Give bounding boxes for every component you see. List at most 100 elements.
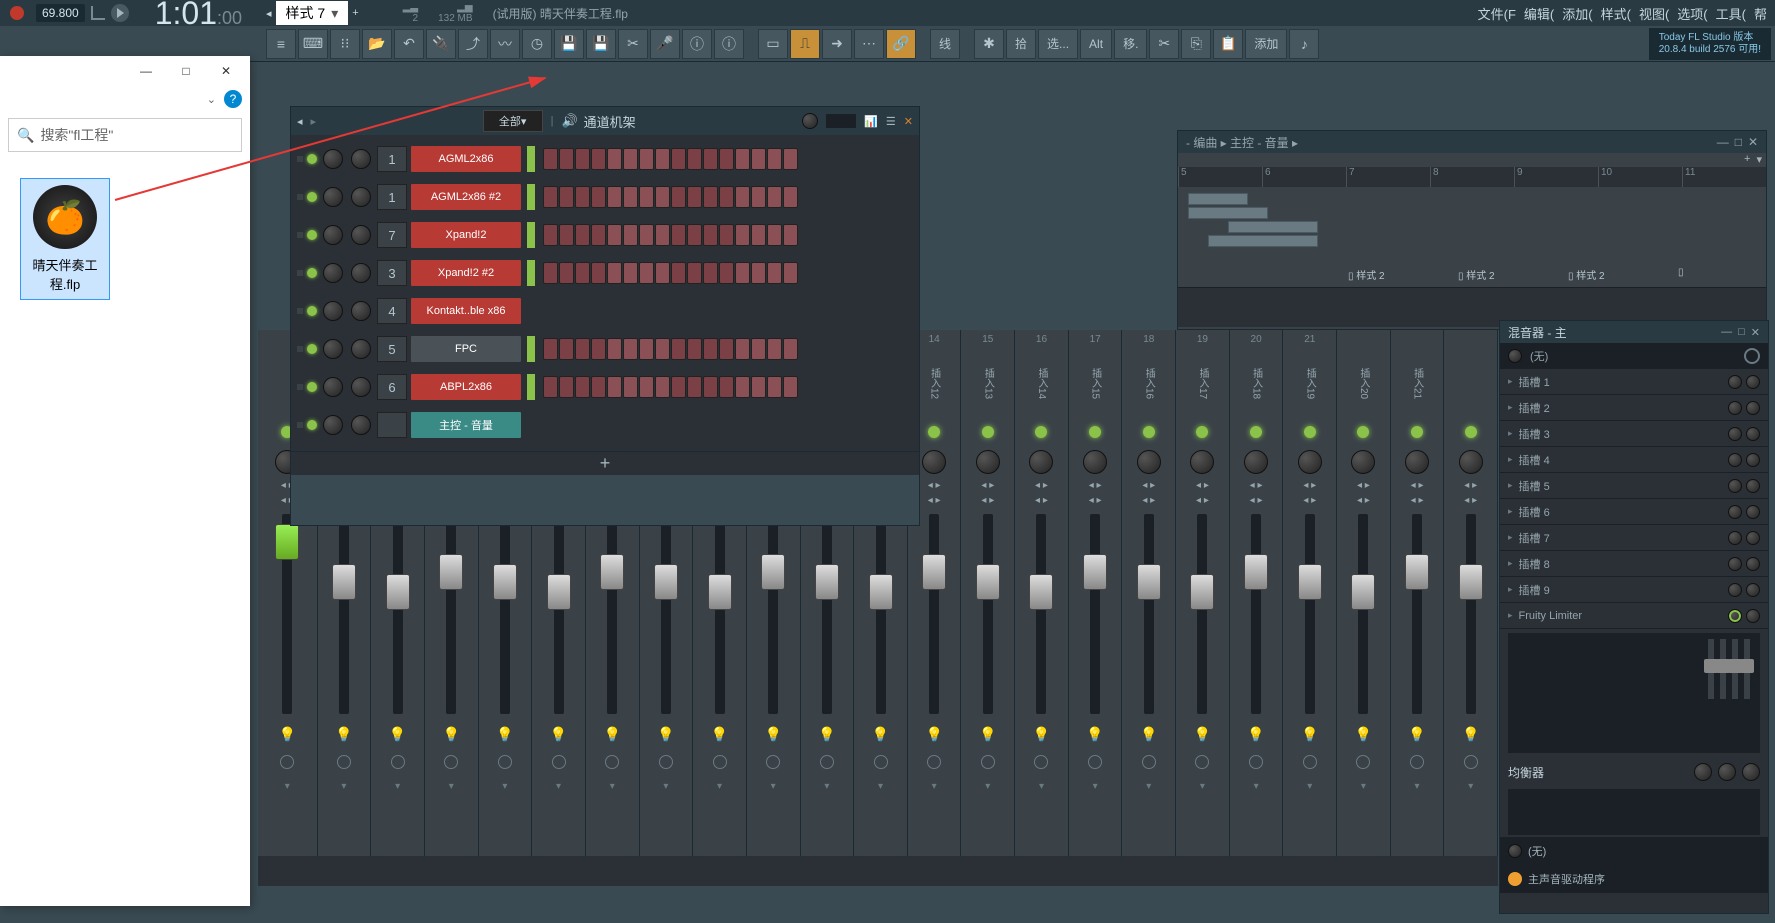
step-button[interactable]	[671, 148, 686, 170]
arrow-down-icon[interactable]: ▾	[1361, 781, 1366, 792]
playlist-plus-icon[interactable]: +	[1744, 153, 1750, 167]
channel-pan-knob[interactable]	[323, 225, 343, 245]
tool-keys-icon[interactable]: ♪	[1289, 29, 1319, 59]
step-button[interactable]	[591, 338, 606, 360]
menu-view[interactable]: 视图(	[1635, 0, 1673, 27]
step-button[interactable]	[575, 186, 590, 208]
fx-slot-empty[interactable]: ▸插槽 9	[1500, 577, 1768, 603]
channel-name-button[interactable]: AGML2x86 #2	[411, 184, 521, 210]
track-pan-knob[interactable]	[1190, 450, 1214, 474]
slot-enable-knob[interactable]	[1728, 401, 1742, 415]
stereo-sep-icon[interactable]: ◂ ▸	[1464, 480, 1477, 491]
channel-mute-led[interactable]	[307, 230, 317, 240]
step-button[interactable]	[687, 224, 702, 246]
track-enable-led[interactable]	[1357, 426, 1369, 438]
stereo-sep-icon[interactable]: ◂ ▸	[1250, 480, 1263, 491]
step-button[interactable]	[735, 148, 750, 170]
tool-info-icon[interactable]: ⓘ	[682, 29, 712, 59]
stereo-sep-icon[interactable]: ◂ ▸	[928, 480, 941, 491]
track-enable-led[interactable]	[1465, 426, 1477, 438]
track-delay-icon[interactable]	[605, 755, 619, 769]
track-pan-knob[interactable]	[1351, 450, 1375, 474]
channel-name-button[interactable]: ABPL2x86	[411, 374, 521, 400]
step-button[interactable]	[751, 262, 766, 284]
fx-enable-icon[interactable]: 💡	[279, 726, 296, 743]
step-button[interactable]	[655, 224, 670, 246]
channel-name-button[interactable]: 主控 - 音量	[411, 412, 521, 438]
volume-fader[interactable]	[1083, 554, 1107, 590]
fx-enable-icon[interactable]: 💡	[1247, 726, 1264, 743]
arrow-down-icon[interactable]: ▾	[1146, 781, 1151, 792]
step-button[interactable]	[687, 338, 702, 360]
step-button[interactable]	[703, 224, 718, 246]
fx-enable-icon[interactable]: 💡	[657, 726, 674, 743]
step-button[interactable]	[719, 376, 734, 398]
step-button[interactable]	[767, 148, 782, 170]
track-pan-knob[interactable]	[1029, 450, 1053, 474]
track-delay-icon[interactable]	[337, 755, 351, 769]
help-icon[interactable]: ?	[224, 90, 242, 108]
song-position[interactable]: 1 :01 :00	[155, 0, 242, 32]
track-delay-icon[interactable]	[1088, 755, 1102, 769]
slot-mix-knob[interactable]	[1746, 401, 1760, 415]
step-button[interactable]	[591, 186, 606, 208]
channel-pan-knob[interactable]	[323, 187, 343, 207]
arrow-down-icon[interactable]: ▾	[341, 781, 346, 792]
fx-slot[interactable]: ▸Fruity Limiter	[1500, 603, 1768, 629]
track-delay-icon[interactable]	[820, 755, 834, 769]
swing-knob[interactable]	[802, 113, 818, 129]
fx-enable-icon[interactable]: 💡	[604, 726, 621, 743]
tool-search-icon[interactable]: ⤴	[458, 29, 488, 59]
volume-fader[interactable]	[1029, 574, 1053, 610]
volume-fader[interactable]	[922, 554, 946, 590]
eq-display[interactable]	[1508, 789, 1760, 835]
step-button[interactable]	[623, 148, 638, 170]
fx-enable-icon[interactable]: 💡	[764, 726, 781, 743]
step-button[interactable]	[687, 376, 702, 398]
volume-fader[interactable]	[439, 554, 463, 590]
add-channel-button[interactable]: +	[291, 451, 919, 475]
step-button[interactable]	[655, 338, 670, 360]
step-button[interactable]	[639, 224, 654, 246]
step-button[interactable]	[735, 186, 750, 208]
tool-plug-icon[interactable]: 🔌	[426, 29, 456, 59]
fx-slot-empty[interactable]: ▸插槽 8	[1500, 551, 1768, 577]
close-icon[interactable]: ✕	[904, 115, 913, 128]
back-icon[interactable]: ◂	[297, 115, 303, 128]
track-pan-knob[interactable]	[1298, 450, 1322, 474]
arrow-down-icon[interactable]: ▾	[1254, 781, 1259, 792]
slot-mix-knob[interactable]	[1746, 375, 1760, 389]
stereo-sep-icon[interactable]: ◂ ▸	[928, 495, 941, 506]
volume-fader[interactable]	[547, 574, 571, 610]
mixer-track[interactable]: 插入21 ◂ ▸ ◂ ▸ 💡 ▾	[1391, 330, 1445, 856]
volume-fader[interactable]	[654, 564, 678, 600]
stereo-sep-icon[interactable]: ◂ ▸	[1035, 495, 1048, 506]
volume-fader[interactable]	[976, 564, 1000, 600]
pattern-prev-icon[interactable]: ◂	[266, 7, 272, 20]
step-button[interactable]	[639, 338, 654, 360]
menu-help[interactable]: 帮	[1750, 0, 1771, 27]
step-button[interactable]	[767, 338, 782, 360]
step-button[interactable]	[639, 148, 654, 170]
track-delay-icon[interactable]	[1195, 755, 1209, 769]
tool-options[interactable]: 选...	[1038, 29, 1078, 59]
channel-name-button[interactable]: FPC	[411, 336, 521, 362]
playlist-breadcrumb[interactable]: - 编曲 ▸ 主控 - 音量 ▸	[1186, 134, 1298, 151]
arrow-down-icon[interactable]: ▾	[556, 781, 561, 792]
step-button[interactable]	[783, 338, 798, 360]
channel-mixer-route[interactable]: 1	[377, 146, 407, 172]
track-delay-icon[interactable]	[766, 755, 780, 769]
step-button[interactable]	[623, 338, 638, 360]
step-button[interactable]	[671, 338, 686, 360]
eq-knob-3[interactable]	[1742, 763, 1760, 781]
channel-filter[interactable]: 全部▾	[483, 110, 543, 132]
stereo-sep-icon[interactable]: ◂ ▸	[1303, 495, 1316, 506]
step-button[interactable]	[559, 148, 574, 170]
step-button[interactable]	[607, 376, 622, 398]
options-icon[interactable]: ☰	[886, 115, 896, 128]
track-delay-icon[interactable]	[713, 755, 727, 769]
stereo-sep-icon[interactable]: ◂ ▸	[1196, 480, 1209, 491]
track-delay-icon[interactable]	[981, 755, 995, 769]
volume-fader[interactable]	[332, 564, 356, 600]
mini-faders[interactable]	[1708, 639, 1750, 699]
